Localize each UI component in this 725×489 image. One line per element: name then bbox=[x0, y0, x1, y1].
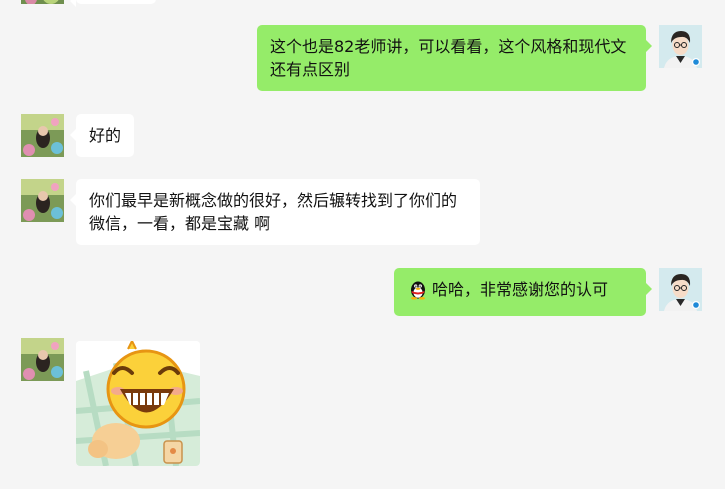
qq-penguin-icon bbox=[407, 278, 429, 306]
message-text: 哈哈，非常感谢您的认可 bbox=[432, 280, 609, 299]
contact-avatar[interactable] bbox=[21, 179, 64, 222]
message-bubble-outgoing[interactable]: 哈哈，非常感谢您的认可 bbox=[394, 268, 652, 316]
message-bubble-incoming[interactable]: 你们最早是新概念做的很好，然后辗转找到了你们的微信，一看，都是宝藏 啊 bbox=[70, 179, 480, 245]
my-avatar[interactable] bbox=[659, 268, 702, 311]
contact-avatar[interactable] bbox=[21, 338, 64, 381]
message-text: 你们最早是新概念做的很好，然后辗转找到了你们的微信，一看，都是宝藏 啊 bbox=[89, 191, 458, 233]
message-bubble-outgoing[interactable]: 这个也是82老师讲，可以看看，这个风格和现代文还有点区别 bbox=[257, 25, 652, 91]
message-bubble-partial[interactable] bbox=[70, 0, 156, 7]
message-text: 好的 bbox=[89, 126, 122, 145]
laughing-face-sticker[interactable] bbox=[76, 341, 200, 466]
contact-avatar[interactable] bbox=[21, 114, 64, 157]
my-avatar[interactable] bbox=[659, 25, 702, 68]
message-text: 这个也是82老师讲，可以看看，这个风格和现代文还有点区别 bbox=[270, 37, 627, 79]
message-bubble-incoming[interactable]: 好的 bbox=[69, 114, 135, 157]
contact-avatar-partial[interactable] bbox=[21, 0, 64, 4]
